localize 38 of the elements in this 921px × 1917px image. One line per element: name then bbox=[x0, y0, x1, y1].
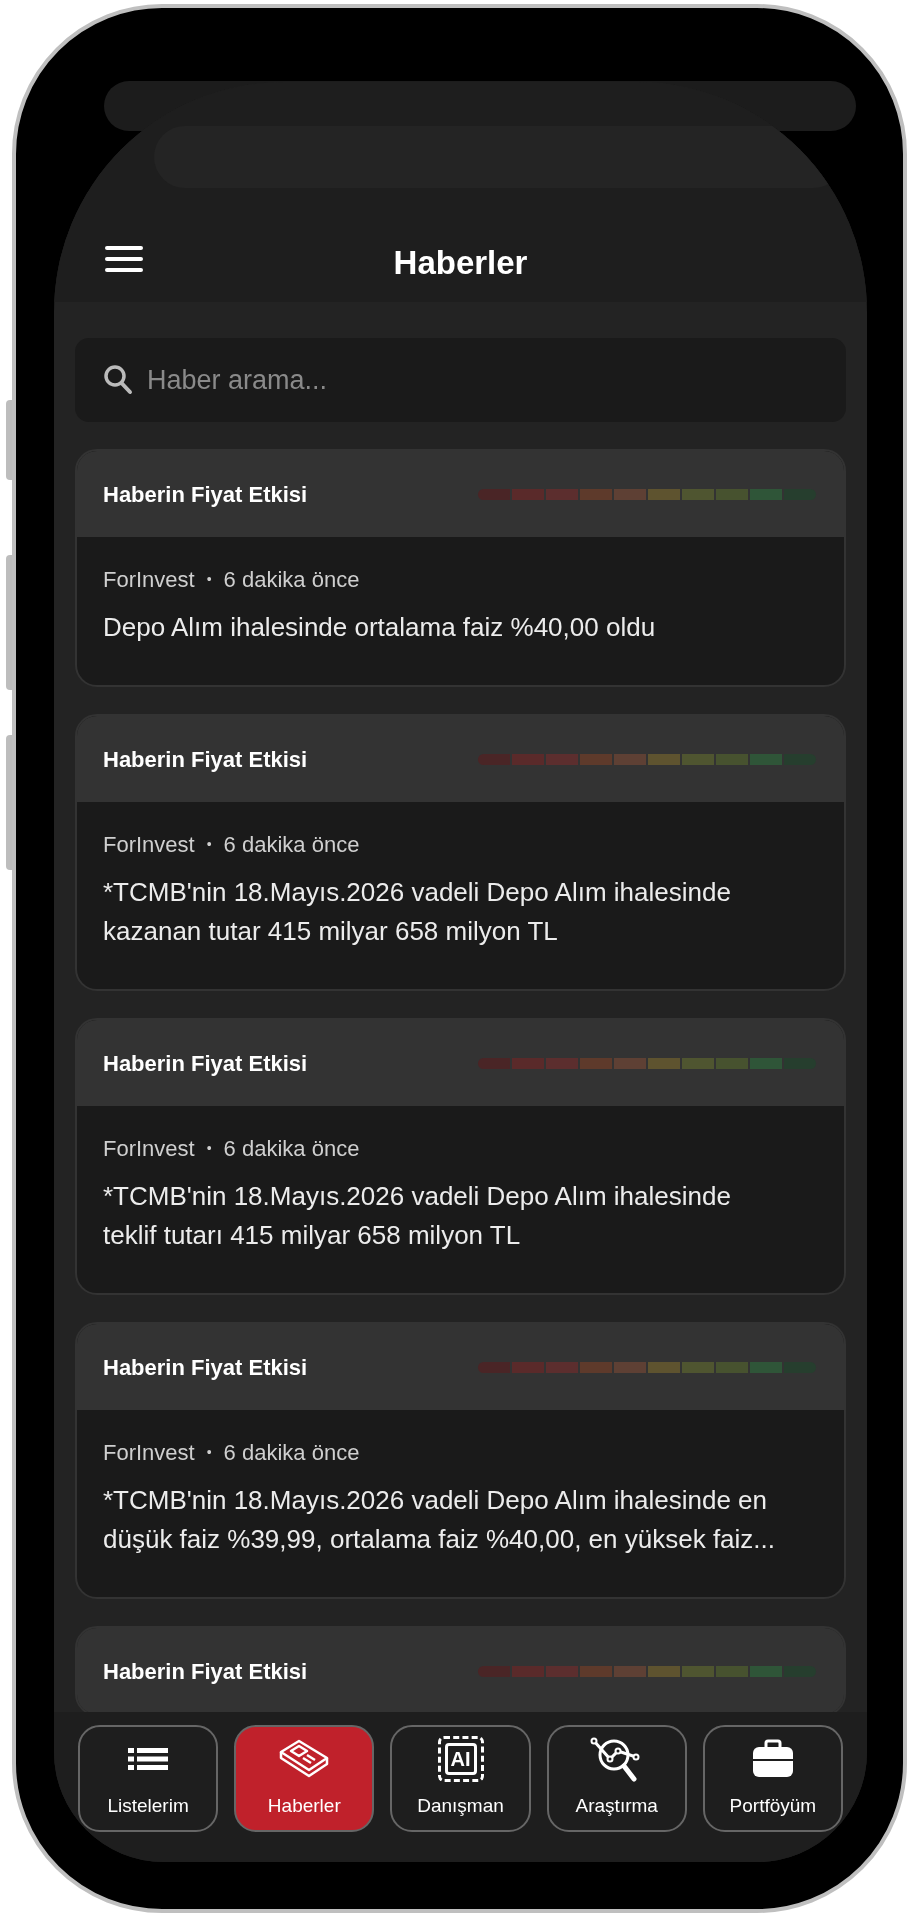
nav-tab[interactable]: Haberler bbox=[234, 1725, 375, 1832]
search-icon bbox=[103, 364, 133, 396]
impact-title: Haberin Fiyat Etkisi bbox=[103, 745, 308, 774]
news-time: 6 dakika önce bbox=[223, 566, 360, 594]
news-source: ForInvest bbox=[103, 1439, 195, 1467]
list-icon bbox=[128, 1747, 169, 1770]
separator-dot: • bbox=[206, 1139, 212, 1158]
news-headline: *TCMB'nin 18.Mayıs.2026 vadeli Depo Alım ihalesinde teklif tutarı 415 milyar 658 milyon TL bbox=[103, 1180, 732, 1252]
news-card[interactable]: Haberin Fiyat Etkisi ForInvest • 6 dakika önce *TCMB'nin 18.Mayıs.2026 vadeli Depo Alım ihalesinde en düşük faiz %39,99, ortalama faiz %40,00, en yüksek faiz... bbox=[75, 1322, 846, 1599]
news-source: ForInvest bbox=[103, 831, 195, 859]
separator-dot: • bbox=[206, 570, 212, 589]
nav-tab[interactable]: Listelerim bbox=[78, 1725, 219, 1832]
news-card[interactable]: Haberin Fiyat Etkisi ForInvest • 6 dakika önce Depo Alım ihalesinde ortalama faiz %40,00 oldu bbox=[75, 449, 846, 687]
news-time: 6 dakika önce bbox=[223, 1135, 360, 1163]
news-headline: Depo Alım ihalesinde ortalama faiz %40,00 oldu bbox=[103, 611, 657, 644]
briefcase-icon bbox=[750, 1738, 795, 1779]
news-source: ForInvest bbox=[103, 1135, 195, 1163]
news-card[interactable]: Haberin Fiyat Etkisi ForInvest • 6 dakika önce *TCMB'nin 18.Mayıs.2026 vadeli Depo Alım ihalesinde kazanan tutar 415 milyar 658 milyon TL bbox=[75, 714, 846, 991]
impact-title: Haberin Fiyat Etkisi bbox=[103, 480, 308, 509]
nav-tab[interactable]: Portföyüm bbox=[702, 1725, 843, 1832]
impact-title: Haberin Fiyat Etkisi bbox=[103, 1657, 308, 1686]
news-time: 6 dakika önce bbox=[223, 831, 360, 859]
news-card[interactable]: Haberin Fiyat Etkisi ForInvest • 6 dakika önce *TCMB'nin 18.Mayıs.2026 vadeli Depo Alım ihalesinde teklif tutarı 415 milyar 658 milyon TL bbox=[75, 1018, 846, 1295]
separator-dot: • bbox=[206, 835, 212, 854]
screen-title: Haberler bbox=[393, 243, 528, 283]
news-headline: *TCMB'nin 18.Mayıs.2026 vadeli Depo Alım ihalesinde kazanan tutar 415 milyar 658 milyon TL bbox=[103, 876, 732, 948]
nav-tab[interactable]: Araştırma bbox=[546, 1725, 687, 1832]
news-source: ForInvest bbox=[103, 566, 195, 594]
separator-dot: • bbox=[206, 1443, 212, 1462]
impact-title: Haberin Fiyat Etkisi bbox=[103, 1049, 308, 1078]
news-time: 6 dakika önce bbox=[223, 1439, 360, 1467]
nav-tab[interactable]: AI Danışman bbox=[390, 1725, 531, 1832]
news-headline: *TCMB'nin 18.Mayıs.2026 vadeli Depo Alım ihalesinde en düşük faiz %39,99, ortalama faiz %40,00, en yüksek faiz... bbox=[103, 1484, 777, 1556]
search-field[interactable]: Haber arama... bbox=[75, 338, 846, 422]
news-card[interactable]: Haberin Fiyat Etkisi bbox=[75, 1626, 846, 1712]
menu-icon[interactable] bbox=[104, 244, 144, 274]
impact-title: Haberin Fiyat Etkisi bbox=[103, 1353, 308, 1382]
ai-chip-icon: AI bbox=[437, 1735, 484, 1782]
